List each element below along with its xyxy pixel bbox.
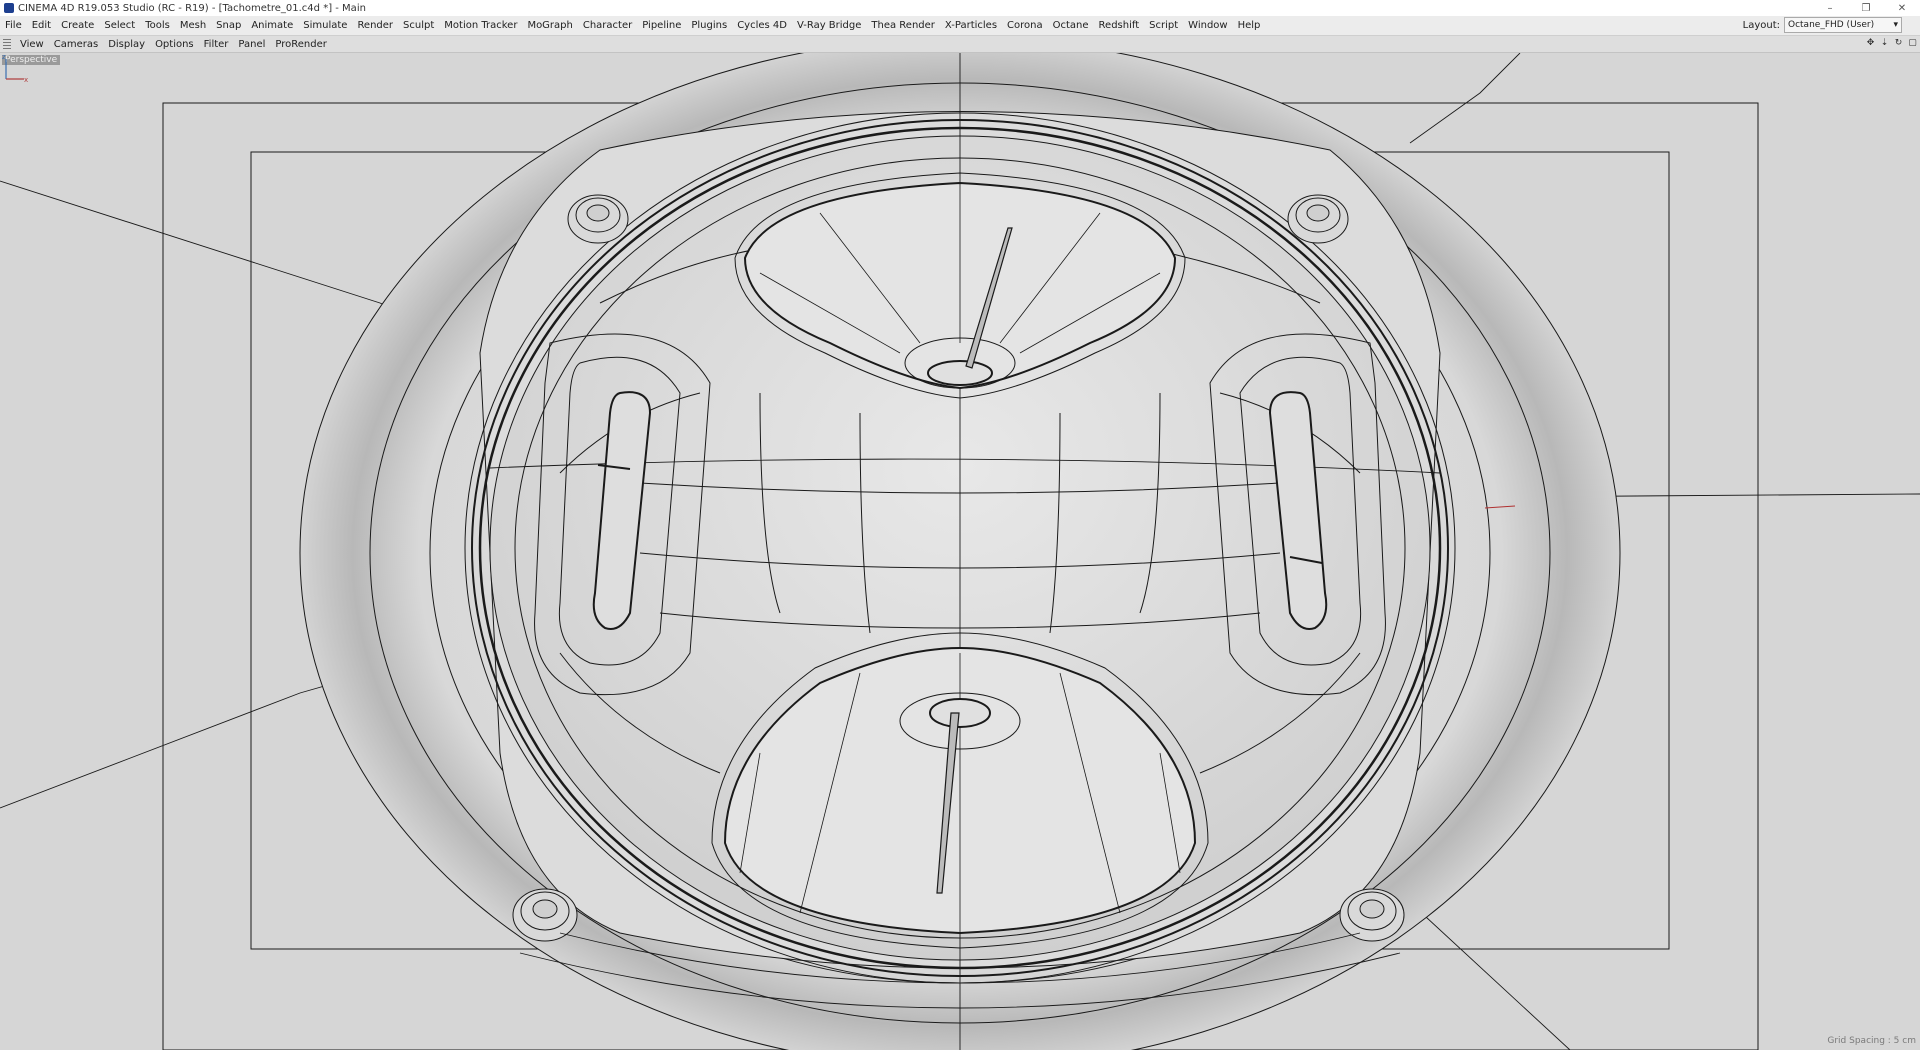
menu-select[interactable]: Select — [99, 20, 140, 31]
viewmenu-panel[interactable]: Panel — [233, 39, 270, 50]
menu-plugins[interactable]: Plugins — [686, 20, 732, 31]
menu-animate[interactable]: Animate — [246, 20, 298, 31]
viewport-nav-icons: ✥ ⇣ ↻ ▢ — [1865, 38, 1918, 49]
menu-corona[interactable]: Corona — [1002, 20, 1048, 31]
viewmenu-prorender[interactable]: ProRender — [270, 39, 331, 50]
axis-gizmo-icon: z x — [2, 53, 28, 83]
title-bar: CINEMA 4D R19.053 Studio (RC - R19) - [T… — [0, 0, 1920, 16]
layout-dropdown[interactable]: Octane_FHD (User) ▾ — [1784, 17, 1902, 33]
main-menubar: File Edit Create Select Tools Mesh Snap … — [0, 16, 1920, 36]
axis-z-label: z — [2, 53, 6, 61]
viewmenu-options[interactable]: Options — [150, 39, 199, 50]
screw-top-right — [1287, 194, 1349, 244]
menu-window[interactable]: Window — [1183, 20, 1232, 31]
minimize-icon[interactable]: – — [1812, 0, 1848, 16]
rotate-view-icon[interactable]: ↻ — [1893, 38, 1904, 49]
screw-bottom-left — [512, 888, 578, 942]
layout-switcher: Layout: Octane_FHD (User) ▾ — [1743, 17, 1902, 33]
menu-create[interactable]: Create — [56, 20, 99, 31]
menu-pipeline[interactable]: Pipeline — [637, 20, 686, 31]
menu-edit[interactable]: Edit — [27, 20, 56, 31]
perspective-viewport[interactable]: Perspective z x Grid Spacing : 5 cm — [0, 53, 1920, 1050]
layout-label: Layout: — [1742, 19, 1780, 31]
menu-redshift[interactable]: Redshift — [1094, 20, 1145, 31]
menu-file[interactable]: File — [0, 20, 27, 31]
window-title: CINEMA 4D R19.053 Studio (RC - R19) - [T… — [18, 2, 366, 14]
menu-x-particles[interactable]: X-Particles — [940, 20, 1002, 31]
grid-spacing-readout: Grid Spacing : 5 cm — [1827, 1036, 1916, 1046]
menu-mesh[interactable]: Mesh — [175, 20, 211, 31]
viewmenu-cameras[interactable]: Cameras — [49, 39, 103, 50]
menu-help[interactable]: Help — [1233, 20, 1266, 31]
menu-snap[interactable]: Snap — [211, 20, 246, 31]
menu-vray-bridge[interactable]: V-Ray Bridge — [792, 20, 866, 31]
menu-cycles4d[interactable]: Cycles 4D — [732, 20, 792, 31]
screw-bottom-right — [1339, 888, 1405, 942]
viewmenu-view[interactable]: View — [15, 39, 49, 50]
zoom-view-icon[interactable]: ⇣ — [1879, 38, 1890, 49]
window-controls: – ❐ ✕ — [1812, 0, 1920, 16]
menu-character[interactable]: Character — [578, 20, 637, 31]
panel-grip-icon[interactable] — [3, 39, 11, 49]
menu-script[interactable]: Script — [1144, 20, 1183, 31]
axis-x-label: x — [24, 76, 28, 83]
cinema4d-logo-icon — [4, 3, 14, 13]
move-view-icon[interactable]: ✥ — [1865, 38, 1876, 49]
viewmenu-filter[interactable]: Filter — [199, 39, 234, 50]
menu-tools[interactable]: Tools — [140, 20, 175, 31]
menu-thea-render[interactable]: Thea Render — [866, 20, 940, 31]
menu-simulate[interactable]: Simulate — [298, 20, 352, 31]
viewmenu-display[interactable]: Display — [103, 39, 150, 50]
menu-motion-tracker[interactable]: Motion Tracker — [439, 20, 522, 31]
menu-mograph[interactable]: MoGraph — [522, 20, 577, 31]
menu-octane[interactable]: Octane — [1048, 20, 1094, 31]
menu-sculpt[interactable]: Sculpt — [398, 20, 439, 31]
chevron-down-icon: ▾ — [1893, 20, 1898, 30]
viewport-menubar: View Cameras Display Options Filter Pane… — [0, 36, 1920, 53]
screw-top-left — [567, 194, 629, 244]
close-icon[interactable]: ✕ — [1884, 0, 1920, 16]
toggle-view-icon[interactable]: ▢ — [1907, 38, 1918, 49]
menu-render[interactable]: Render — [352, 20, 398, 31]
restore-icon[interactable]: ❐ — [1848, 0, 1884, 16]
layout-value: Octane_FHD (User) — [1788, 20, 1875, 30]
wireframe-model — [0, 53, 1920, 1050]
